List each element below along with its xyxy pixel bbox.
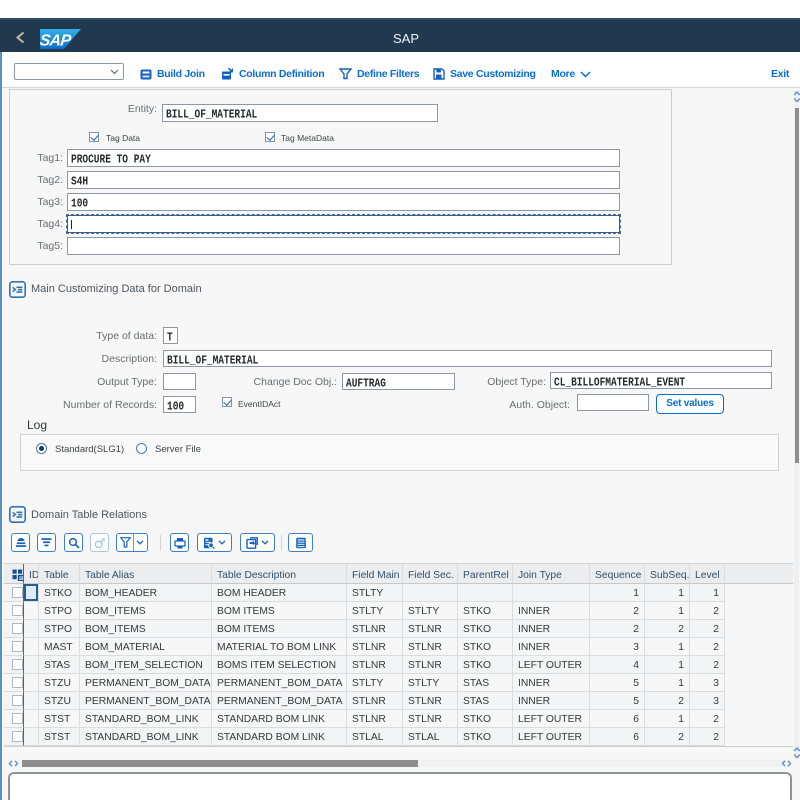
svg-text:SAP: SAP xyxy=(40,32,72,49)
